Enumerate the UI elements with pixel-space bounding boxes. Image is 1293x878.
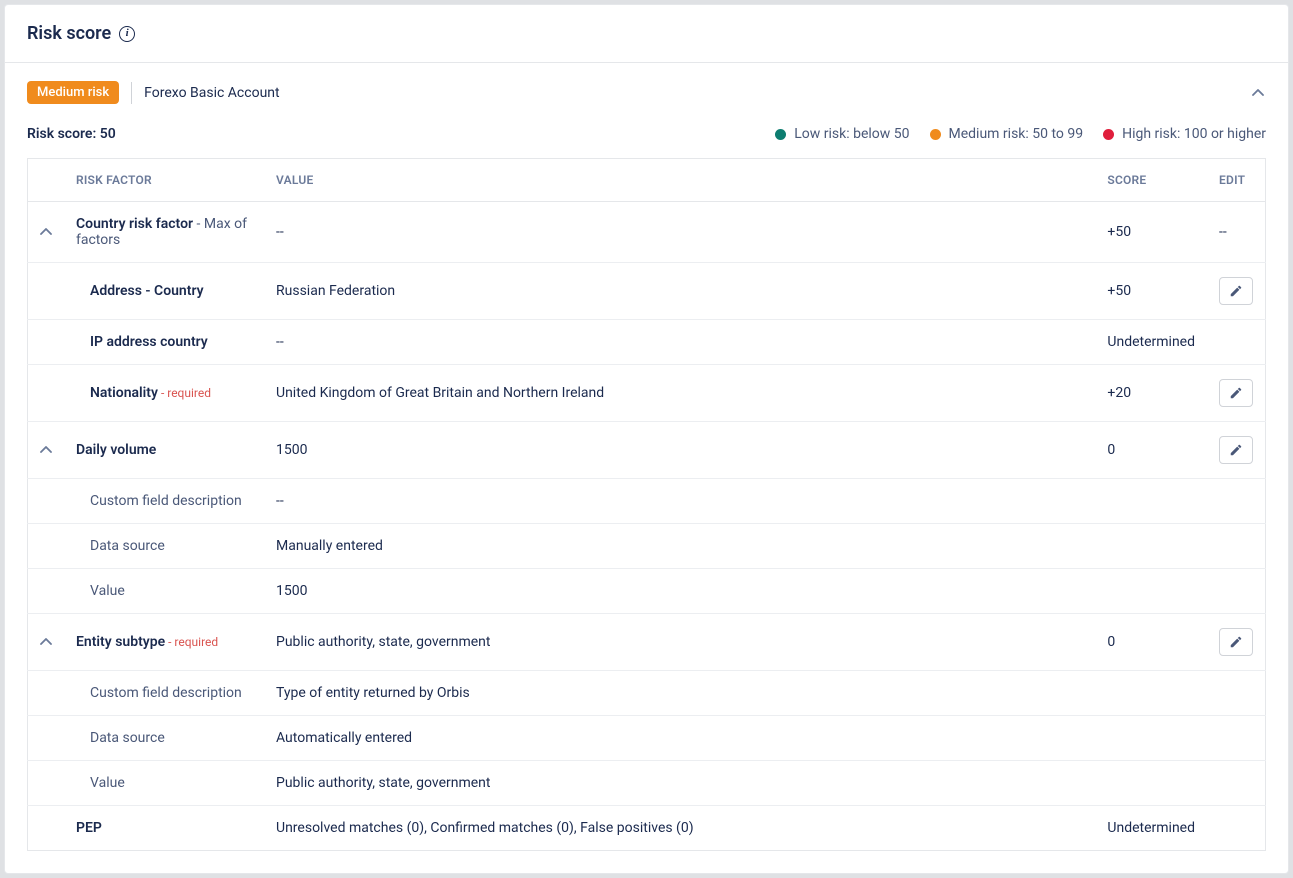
pep-value: Unresolved matches (0), Confirmed matche… (264, 806, 1095, 851)
edit-address-country-button[interactable] (1219, 277, 1253, 305)
col-header-toggle (28, 159, 65, 202)
country-group-edit: -- (1207, 202, 1266, 263)
row-ip-country: IP address country -- Undetermined (28, 320, 1266, 365)
collapse-panel-toggle[interactable] (1250, 85, 1266, 101)
dv-desc-value: -- (264, 479, 1095, 524)
dv-src-label: Data source (76, 538, 165, 554)
dv-desc-label: Custom field description (76, 493, 242, 509)
collapse-daily-volume-toggle[interactable] (40, 446, 52, 454)
row-es-val: Value Public authority, state, governmen… (28, 761, 1266, 806)
address-country-label: Address - Country (76, 283, 204, 299)
dv-src-value: Manually entered (264, 524, 1095, 569)
nationality-required-tag: - required (158, 386, 211, 400)
divider (131, 82, 132, 104)
dot-high-icon (1103, 129, 1114, 140)
daily-volume-score: 0 (1095, 422, 1207, 479)
legend-medium-text: Medium risk: 50 to 99 (949, 126, 1084, 142)
daily-volume-value: 1500 (264, 422, 1095, 479)
risk-score-panel: Risk score i Medium risk Forexo Basic Ac… (4, 4, 1289, 874)
country-group-score: +50 (1095, 202, 1207, 263)
risk-factors-table: RISK FACTOR VALUE SCORE EDIT Country ris… (27, 158, 1266, 851)
dot-low-icon (775, 129, 786, 140)
nationality-score: +20 (1095, 365, 1207, 422)
row-dv-src: Data source Manually entered (28, 524, 1266, 569)
daily-volume-label: Daily volume (76, 442, 156, 458)
edit-nationality-button[interactable] (1219, 379, 1253, 407)
legend-low-text: Low risk: below 50 (794, 126, 909, 142)
row-es-desc: Custom field description Type of entity … (28, 671, 1266, 716)
col-header-factor: RISK FACTOR (64, 159, 264, 202)
country-group-label: Country risk factor (76, 216, 193, 232)
ip-country-value: -- (264, 320, 1095, 365)
panel-title: Risk score (27, 23, 111, 44)
entity-subtype-label: Entity subtype (76, 634, 165, 650)
dv-val-value: 1500 (264, 569, 1095, 614)
dot-medium-icon (930, 129, 941, 140)
nationality-label: Nationality (76, 385, 158, 401)
row-pep: PEP Unresolved matches (0), Confirmed ma… (28, 806, 1266, 851)
es-src-value: Automatically entered (264, 716, 1095, 761)
es-src-label: Data source (76, 730, 165, 746)
ip-country-score: Undetermined (1095, 320, 1207, 365)
panel-header: Risk score i (5, 5, 1288, 63)
collapse-entity-subtype-toggle[interactable] (40, 638, 52, 646)
es-desc-value: Type of entity returned by Orbis (264, 671, 1095, 716)
row-daily-volume: Daily volume 1500 0 (28, 422, 1266, 479)
legend-low: Low risk: below 50 (775, 126, 909, 142)
account-name: Forexo Basic Account (144, 85, 279, 101)
edit-entity-subtype-button[interactable] (1219, 628, 1253, 656)
row-address-country: Address - Country Russian Federation +50 (28, 263, 1266, 320)
info-icon[interactable]: i (119, 26, 135, 42)
nationality-value: United Kingdom of Great Britain and Nort… (264, 365, 1095, 422)
col-header-edit: EDIT (1207, 159, 1266, 202)
entity-subtype-score: 0 (1095, 614, 1207, 671)
legend-medium: Medium risk: 50 to 99 (930, 126, 1084, 142)
row-es-src: Data source Automatically entered (28, 716, 1266, 761)
entity-subtype-required-tag: - required (165, 635, 218, 649)
risk-level-badge: Medium risk (27, 81, 119, 104)
row-dv-val: Value 1500 (28, 569, 1266, 614)
entity-subtype-value: Public authority, state, government (264, 614, 1095, 671)
col-header-value: VALUE (264, 159, 1095, 202)
es-val-value: Public authority, state, government (264, 761, 1095, 806)
pep-label: PEP (76, 820, 102, 836)
row-nationality: Nationality - required United Kingdom of… (28, 365, 1266, 422)
score-bar: Risk score: 50 Low risk: below 50 Medium… (5, 114, 1288, 158)
pep-score: Undetermined (1095, 806, 1207, 851)
risk-legend: Low risk: below 50 Medium risk: 50 to 99… (775, 126, 1266, 142)
col-header-score: SCORE (1095, 159, 1207, 202)
legend-high: High risk: 100 or higher (1103, 126, 1266, 142)
es-desc-label: Custom field description (76, 685, 242, 701)
row-country-risk-factor: Country risk factor - Max of factors -- … (28, 202, 1266, 263)
address-country-value: Russian Federation (264, 263, 1095, 320)
country-group-value: -- (264, 202, 1095, 263)
ip-country-label: IP address country (76, 334, 208, 350)
dv-val-label: Value (76, 583, 125, 599)
es-val-label: Value (76, 775, 125, 791)
legend-high-text: High risk: 100 or higher (1122, 126, 1266, 142)
collapse-country-group-toggle[interactable] (40, 228, 52, 236)
row-dv-desc: Custom field description -- (28, 479, 1266, 524)
address-country-score: +50 (1095, 263, 1207, 320)
edit-daily-volume-button[interactable] (1219, 436, 1253, 464)
row-entity-subtype: Entity subtype - required Public authori… (28, 614, 1266, 671)
risk-score-label: Risk score: 50 (27, 126, 116, 142)
summary-row: Medium risk Forexo Basic Account (5, 63, 1288, 114)
